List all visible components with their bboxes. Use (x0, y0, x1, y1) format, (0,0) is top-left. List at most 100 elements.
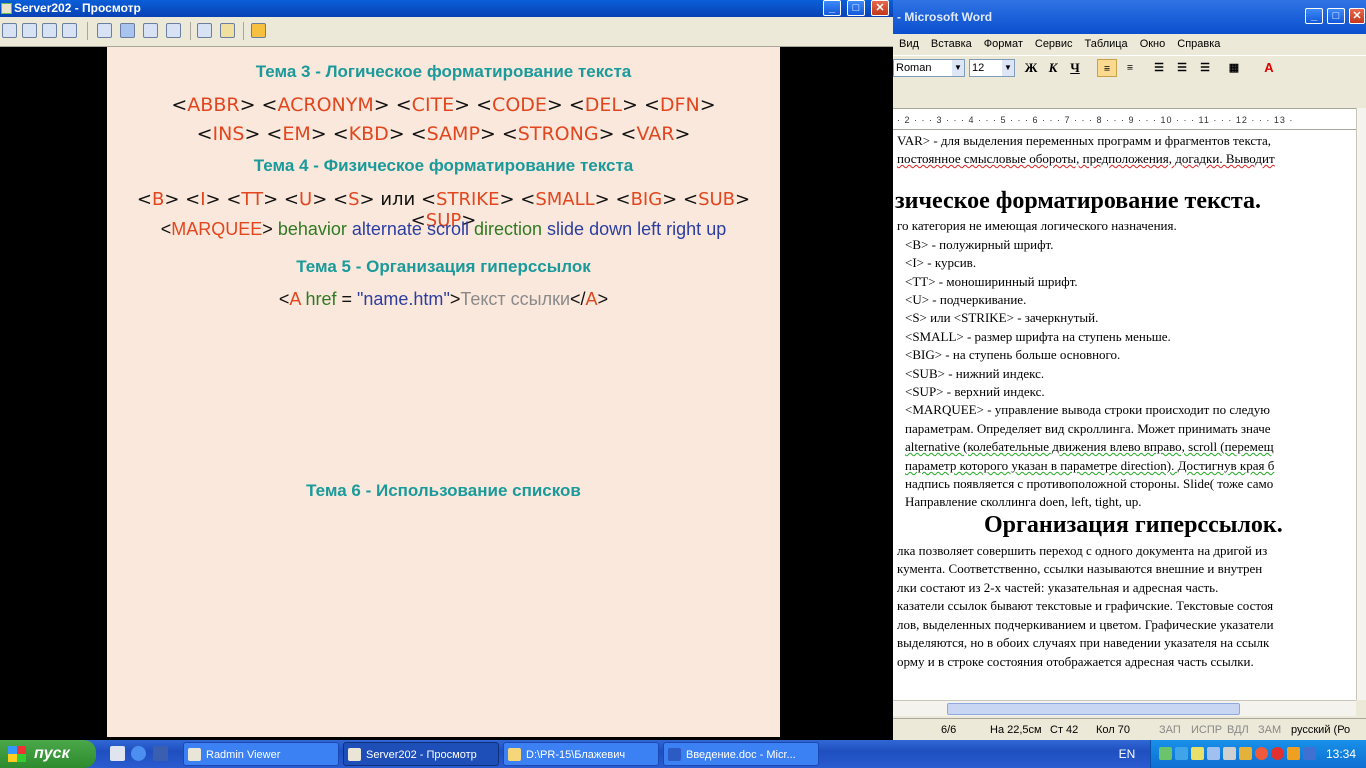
presentation-slide: Тема 3 - Логическое форматирование текст… (107, 47, 780, 737)
menu-view[interactable]: Вид (893, 34, 925, 54)
start-button[interactable]: пуск (0, 740, 96, 768)
menu-tools[interactable]: Сервис (1029, 34, 1079, 54)
status-ext[interactable]: ВДЛ (1227, 719, 1249, 741)
word-title: - Microsoft Word (897, 10, 993, 24)
word-maximize-button[interactable]: □ (1327, 8, 1345, 24)
chevron-down-icon: ▼ (1002, 60, 1014, 76)
menu-help[interactable]: Справка (1171, 34, 1226, 54)
tools-icon[interactable] (220, 23, 235, 38)
antivirus-icon[interactable] (1255, 747, 1268, 760)
doc-line: <U> - подчеркивание. (905, 292, 1027, 307)
doc-line: орму и в строке состояния отображается а… (897, 654, 1254, 669)
tray-icon[interactable] (1159, 747, 1172, 760)
phone-icon[interactable] (42, 23, 57, 38)
doc-line: <BIG> - на ступень больше основного. (905, 347, 1121, 362)
font-color-icon[interactable]: A (1259, 59, 1279, 77)
horizontal-scrollbar[interactable] (893, 700, 1356, 716)
underline-button[interactable]: Ч (1065, 59, 1085, 77)
task-word-doc[interactable]: Введение.doc - Micr... (663, 742, 819, 766)
radmin-toolbar (0, 17, 893, 47)
vertical-scrollbar[interactable] (1356, 108, 1366, 700)
font-size-combo[interactable]: 12 ▼ (969, 59, 1015, 77)
numbering-icon[interactable]: ☰ (1149, 59, 1169, 77)
doc-line: лов, выделенных подчеркиванием и цветом.… (897, 617, 1274, 632)
tray-icon[interactable] (1303, 747, 1316, 760)
windows-logo-icon (8, 746, 26, 762)
minimize-button[interactable]: _ (823, 0, 841, 16)
theme4-marquee-line: <MARQUEE> behavior alternate scroll dire… (160, 219, 727, 239)
disconnect-icon[interactable] (251, 23, 266, 38)
copy-icon[interactable] (197, 23, 212, 38)
transfer-icon[interactable] (22, 23, 37, 38)
status-line: Ст 42 (1050, 724, 1079, 736)
indent-icon[interactable]: ☰ (1195, 59, 1215, 77)
status-column: Кол 70 (1096, 724, 1130, 736)
task-server202[interactable]: Server202 - Просмотр (343, 742, 499, 766)
scroll-thumb[interactable] (947, 703, 1240, 715)
theme4-title: Тема 4 - Физическое форматирование текст… (253, 156, 634, 175)
status-position: На 22,5см (990, 724, 1042, 736)
word-titlebar[interactable]: - Microsoft Word _ □ ✕ (893, 0, 1366, 34)
word-minimize-button[interactable]: _ (1305, 8, 1323, 24)
tray-icon[interactable] (1207, 747, 1220, 760)
tray-icon[interactable] (1239, 747, 1252, 760)
align-left-icon[interactable]: ≡ (1097, 59, 1117, 77)
status-trk[interactable]: ИСПР (1191, 719, 1222, 741)
tray-icon[interactable] (1191, 747, 1204, 760)
doc-line: <SUB> - нижний индекс. (905, 366, 1045, 381)
align-center-icon[interactable]: ≡ (1120, 59, 1140, 77)
menu-window[interactable]: Окно (1134, 34, 1172, 54)
show-desktop-icon[interactable] (110, 746, 125, 761)
word-window: - Microsoft Word _ □ ✕ Вид Вставка Формат С… (893, 0, 1366, 740)
folder-icon (508, 748, 521, 761)
tray-icon[interactable] (1175, 747, 1188, 760)
close-button[interactable]: ✕ (871, 0, 889, 16)
radmin-title: Server202 - Просмотр (14, 1, 141, 15)
radmin-icon (348, 748, 361, 761)
volume-icon[interactable] (1223, 747, 1236, 760)
horizontal-ruler: · 2 · · · 3 · · · 4 · · · 5 · · · 6 · · … (893, 108, 1356, 130)
theme6-title: Тема 6 - Использование списков (306, 481, 581, 500)
clock[interactable]: 13:34 (1326, 740, 1356, 768)
doc-line: выделяются, но в обоих случаях при навед… (897, 635, 1270, 650)
maximize-button[interactable]: □ (847, 0, 865, 16)
doc-line: лки состают из 2-х частей: указательная … (897, 580, 1219, 595)
font-name-combo[interactable]: Roman ▼ (893, 59, 965, 77)
word-close-button[interactable]: ✕ (1349, 8, 1365, 24)
doc-line: постоянное смысловые обороты, предположе… (897, 151, 1275, 166)
task-folder[interactable]: D:\PR-15\Блажевич (503, 742, 659, 766)
doc-line: кумента. Соответственно, ссылки называют… (897, 561, 1263, 576)
border-icon[interactable]: ▦ (1224, 59, 1244, 77)
doc-line: <I> - курсив. (905, 255, 977, 270)
doc-line: VAR> - для выделения переменных программ… (897, 133, 1272, 148)
bold-button[interactable]: Ж (1021, 59, 1041, 77)
format-toolbar: Roman ▼ 12 ▼ Ж К Ч ≡ ≡ ☰ ☰ ☰ ▦ A (893, 55, 1366, 79)
chat-icon[interactable] (62, 23, 77, 38)
menu-format[interactable]: Формат (978, 34, 1029, 54)
fullscreen-icon[interactable] (120, 23, 135, 38)
radmin-titlebar[interactable]: Server202 - Просмотр _ □ ✕ (0, 0, 893, 17)
stretch-icon[interactable] (143, 23, 158, 38)
doc-line: казатели ссылок бывают текстовые и графи… (897, 598, 1274, 613)
doc-line: <S> или <STRIKE> - зачеркнутый. (905, 310, 1099, 325)
tray-icon[interactable] (1271, 747, 1284, 760)
language-indicator[interactable]: EN (1112, 740, 1142, 768)
task-radmin-viewer[interactable]: Radmin Viewer (183, 742, 339, 766)
italic-button[interactable]: К (1043, 59, 1063, 77)
ie-icon[interactable] (131, 746, 146, 761)
status-ovr[interactable]: ЗАМ (1258, 719, 1281, 741)
theme3-title: Тема 3 - Логическое форматирование текст… (255, 62, 632, 81)
fit-icon[interactable] (166, 23, 181, 38)
bullets-icon[interactable]: ☰ (1172, 59, 1192, 77)
menu-insert[interactable]: Вставка (925, 34, 978, 54)
tray-icon[interactable] (1287, 747, 1300, 760)
theme3-tags-line1: <ABBR> <ACRONYM> <CITE> <CODE> <DEL> <DF… (171, 94, 716, 116)
menu-table[interactable]: Таблица (1079, 34, 1134, 54)
monitor-icon[interactable] (2, 23, 17, 38)
status-rec[interactable]: ЗАП (1159, 719, 1181, 741)
document-page[interactable]: VAR> - для выделения переменных программ… (893, 130, 1356, 700)
window-icon[interactable] (97, 23, 112, 38)
doc-line: надпись появляется с противоположной сто… (905, 476, 1274, 491)
media-icon[interactable] (153, 746, 168, 761)
doc-line: лка позволяет совершить переход с одного… (897, 543, 1268, 558)
